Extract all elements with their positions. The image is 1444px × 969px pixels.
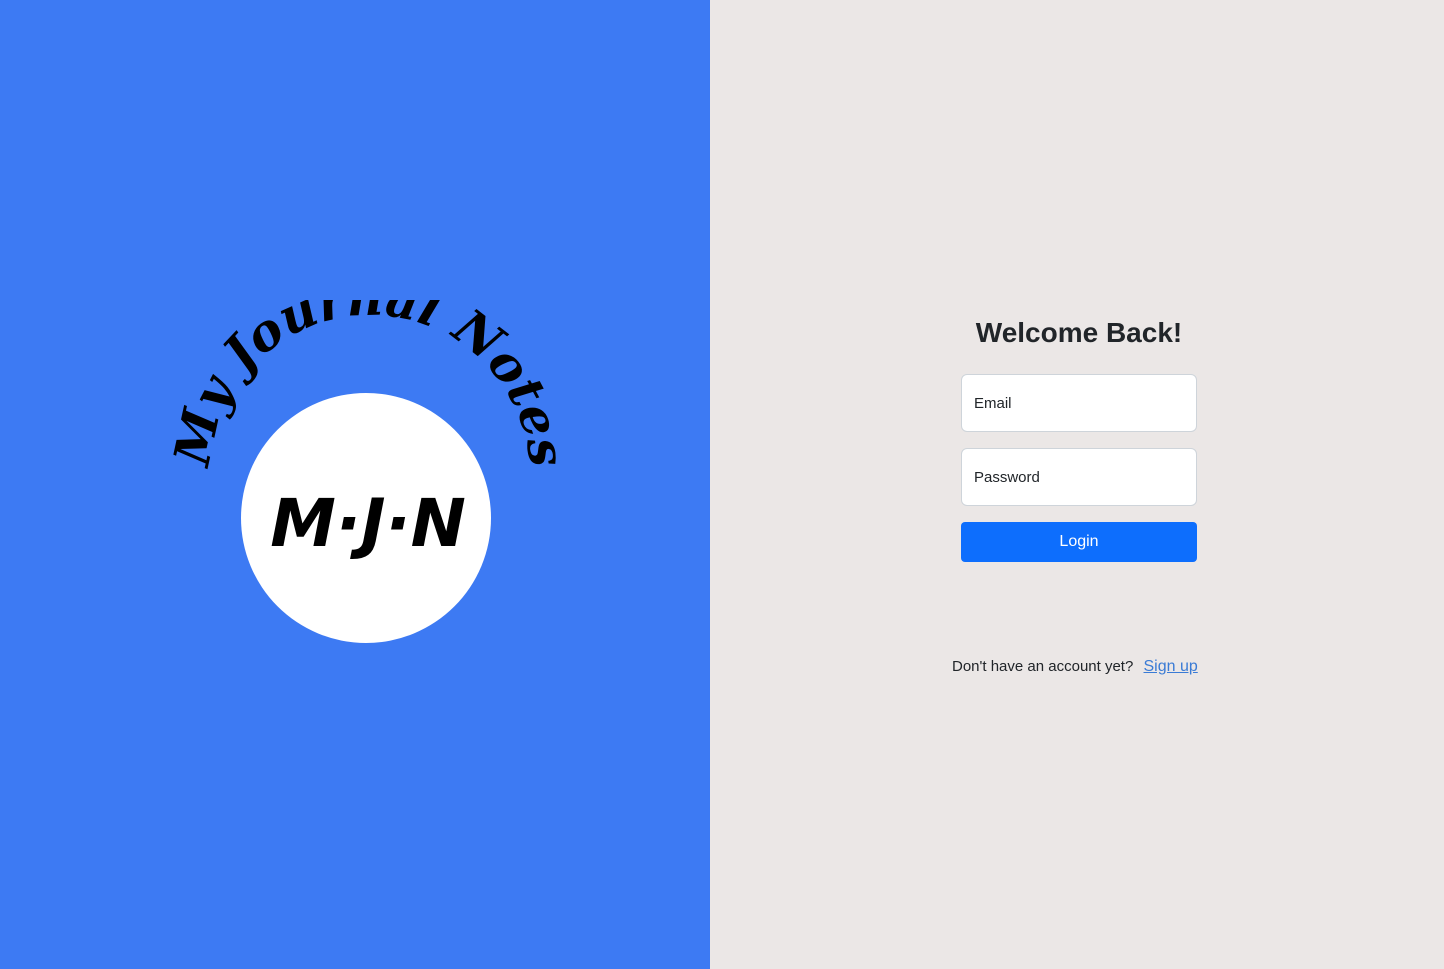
app-logo: My Journal Notes M·J·N	[170, 300, 560, 660]
logo-monogram: M·J·N	[270, 485, 466, 562]
signup-row: Don't have an account yet? Sign up	[952, 658, 1252, 676]
login-form: Welcome Back! Login	[961, 310, 1197, 562]
brand-panel: My Journal Notes M·J·N	[0, 0, 710, 969]
login-page: My Journal Notes M·J·N Welcome Back! Log…	[0, 0, 1444, 969]
signup-prompt: Don't have an account yet?	[952, 658, 1134, 675]
logo-graphic: My Journal Notes M·J·N	[170, 300, 560, 643]
page-title: Welcome Back!	[975, 317, 1183, 348]
email-field[interactable]	[961, 374, 1197, 432]
email-input[interactable]	[974, 394, 1184, 412]
password-field[interactable]	[961, 448, 1197, 506]
signup-link[interactable]: Sign up	[1144, 658, 1198, 675]
login-button[interactable]: Login	[961, 522, 1197, 562]
form-panel: Welcome Back! Login Don't have an accoun…	[710, 0, 1444, 969]
password-input[interactable]	[974, 468, 1184, 486]
